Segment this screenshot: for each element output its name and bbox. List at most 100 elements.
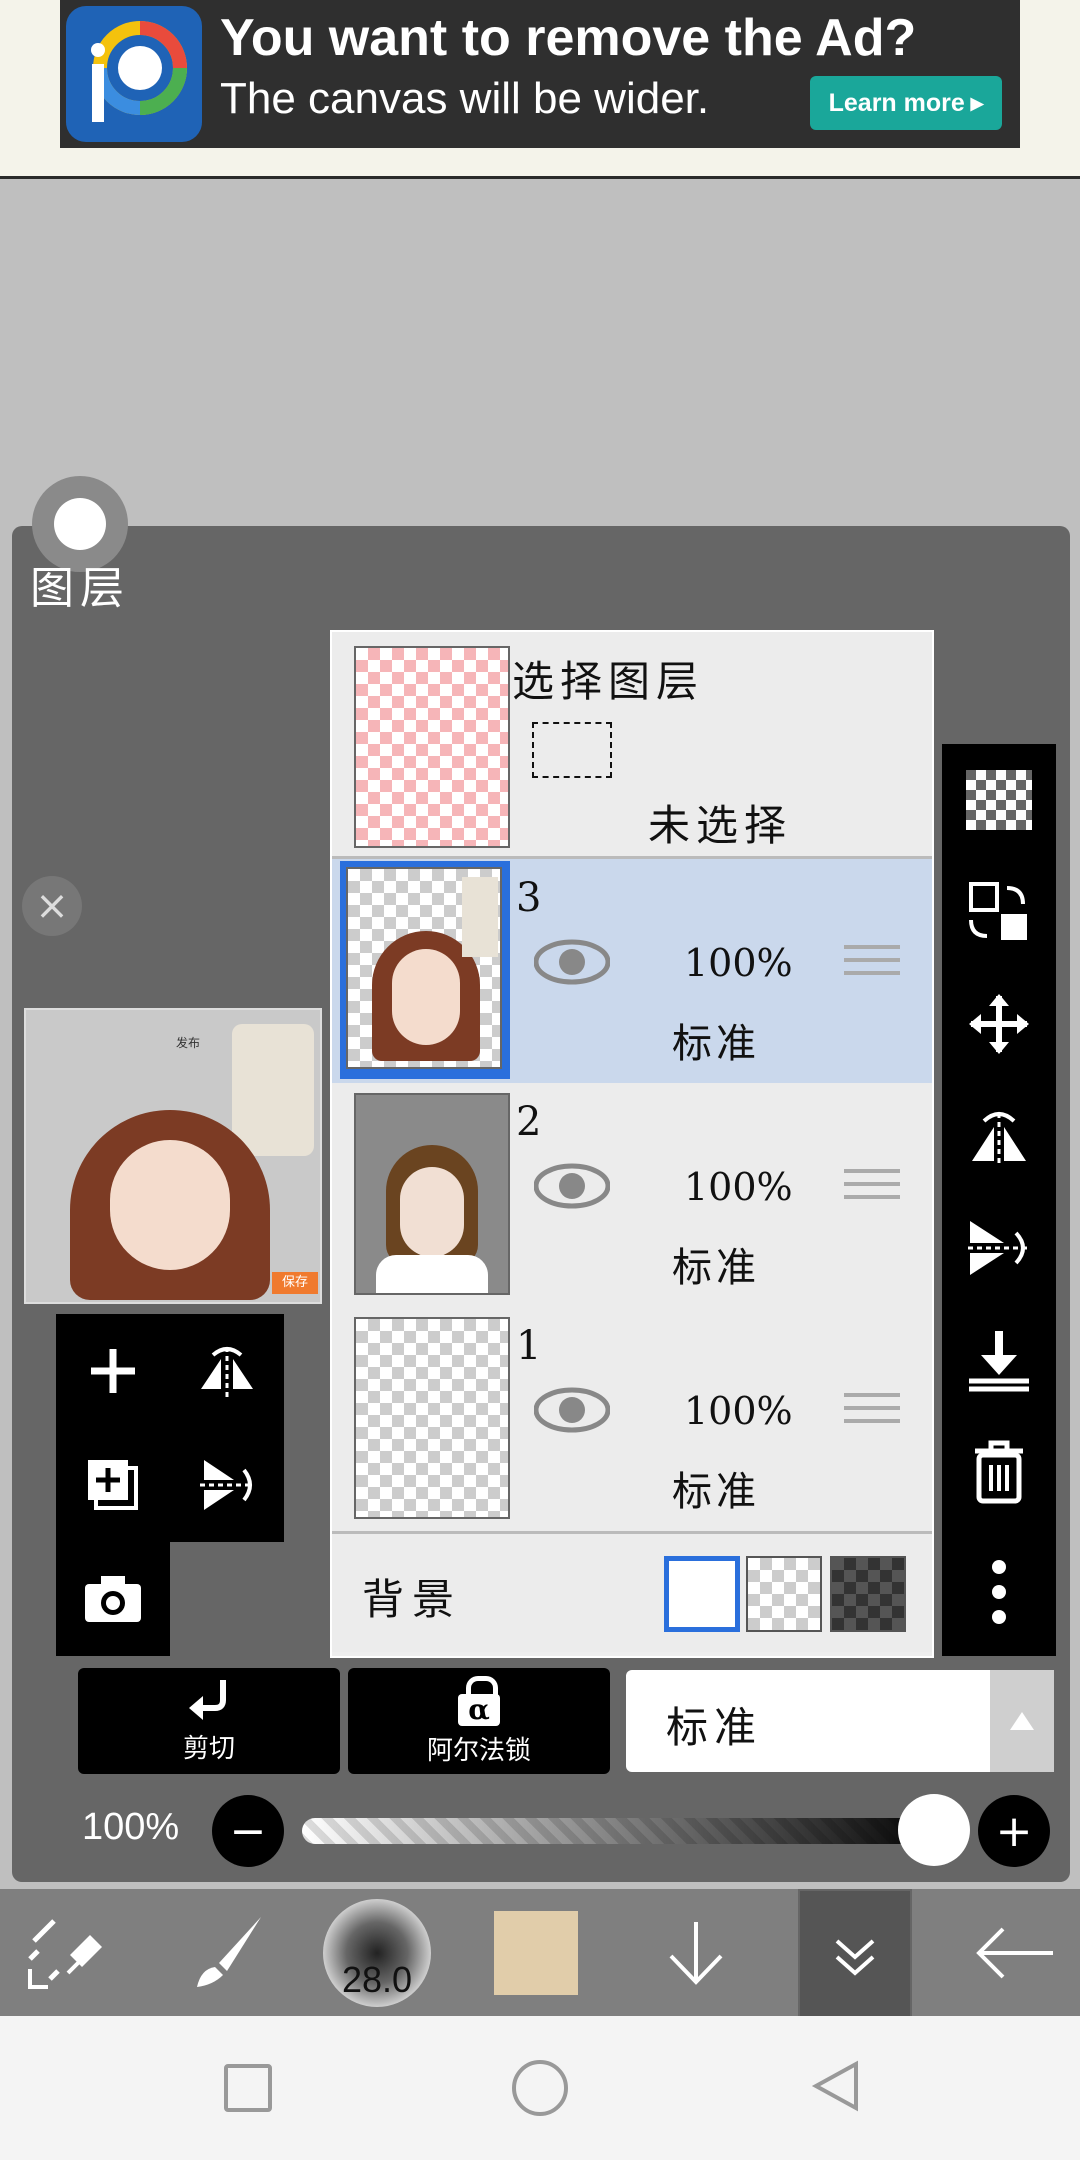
canvas-preview[interactable]: 发布 保存 xyxy=(24,1008,322,1304)
opacity-increase-button[interactable]: + xyxy=(978,1795,1050,1867)
layer-thumbnail-3 xyxy=(346,867,502,1069)
camera-button[interactable] xyxy=(56,1542,170,1656)
flip-horizontal-icon xyxy=(972,1112,1026,1165)
layer-from-selection-button[interactable] xyxy=(942,856,1056,968)
color-button[interactable] xyxy=(476,1889,596,2016)
lock-icon: α xyxy=(456,1675,502,1726)
background-dark-swatch[interactable] xyxy=(830,1556,906,1632)
preview-post-label: 发布 xyxy=(176,1036,201,1050)
flip-vertical-button[interactable] xyxy=(170,1428,284,1542)
selection-layer-row[interactable]: 选择图层 未选择 xyxy=(332,632,932,859)
opacity-slider-knob[interactable] xyxy=(898,1794,970,1866)
merge-down-button[interactable] xyxy=(942,1304,1056,1416)
learn-more-button[interactable]: Learn more ▸ xyxy=(810,76,1002,130)
background-row: 背景 xyxy=(332,1534,932,1652)
brush-size-button[interactable]: 28.0 xyxy=(318,1889,436,2016)
layer-number-2: 2 xyxy=(516,1099,542,1145)
new-transparent-layer-button[interactable] xyxy=(942,744,1056,856)
layer-number-1: 1 xyxy=(516,1323,542,1369)
layer-tools-column xyxy=(942,744,1056,1656)
back-triangle-icon[interactable] xyxy=(806,2058,862,2114)
preview-face xyxy=(110,1140,230,1270)
alpha-lock-label: 阿尔法锁 xyxy=(426,1735,531,1766)
layer-opacity-2: 100% xyxy=(684,1165,793,1209)
selection-layer-title: 选择图层 xyxy=(512,657,705,706)
layer-mode-3: 标准 xyxy=(672,1021,760,1067)
arrow-down-icon xyxy=(669,1921,723,1985)
duplicate-layer-button[interactable] xyxy=(56,1428,170,1542)
drag-handle-icon[interactable] xyxy=(844,945,900,985)
layer-opacity-1: 100% xyxy=(684,1389,793,1433)
bottom-toolbar: 28.0 xyxy=(0,1889,1080,2020)
layers-tab-button[interactable] xyxy=(798,1889,912,2020)
move-button[interactable] xyxy=(942,968,1056,1080)
layer-number-3: 3 xyxy=(516,875,542,921)
flip-horizontal-button[interactable] xyxy=(170,1314,284,1428)
checkerboard-icon xyxy=(966,770,1032,830)
plus-icon xyxy=(91,1349,135,1393)
ad-headline: You want to remove the Ad? xyxy=(220,9,917,67)
layer-opacity-3: 100% xyxy=(684,941,793,985)
trash-icon xyxy=(975,1440,1023,1504)
opacity-decrease-button[interactable]: − xyxy=(212,1795,284,1867)
more-vertical-icon xyxy=(992,1560,1006,1624)
layer-mode-2: 标准 xyxy=(672,1245,760,1291)
background-label: 背景 xyxy=(362,1575,463,1624)
chevron-up-icon[interactable] xyxy=(990,1670,1054,1772)
close-icon[interactable]: × xyxy=(22,876,82,936)
back-button[interactable] xyxy=(950,1889,1080,2016)
system-navigation-bar xyxy=(0,2016,1080,2160)
brush-icon xyxy=(197,1916,261,1987)
preview-figure xyxy=(232,1024,314,1156)
ad-subline: The canvas will be wider. xyxy=(220,74,710,123)
layer-row-1[interactable]: 1 100% 标准 xyxy=(332,1307,932,1534)
transform-eraser-icon xyxy=(28,1918,102,1989)
play-triangle-icon: ▸ xyxy=(970,89,984,117)
merge-down-icon xyxy=(969,1331,1029,1392)
flip-horizontal-icon xyxy=(201,1347,253,1397)
opacity-slider[interactable] xyxy=(302,1818,942,1844)
transform-tool-button[interactable] xyxy=(0,1889,132,2016)
panel-resize-handle-knob[interactable] xyxy=(54,498,106,550)
ad-banner[interactable]: You want to remove the Ad? The canvas wi… xyxy=(60,0,1020,148)
brush-tool-button[interactable] xyxy=(160,1889,290,2016)
home-icon[interactable] xyxy=(512,2060,568,2116)
flip-layer-horizontal-button[interactable] xyxy=(942,1080,1056,1192)
visibility-eye-icon[interactable] xyxy=(534,939,610,985)
layer-move-down-button[interactable] xyxy=(636,1889,756,2016)
flip-vertical-icon xyxy=(200,1460,254,1510)
flip-layer-vertical-button[interactable] xyxy=(942,1192,1056,1304)
delete-layer-button[interactable] xyxy=(942,1416,1056,1528)
visibility-eye-icon[interactable] xyxy=(534,1163,610,1209)
drag-handle-icon[interactable] xyxy=(844,1169,900,1209)
alpha-lock-button[interactable]: α 阿尔法锁 xyxy=(348,1668,610,1774)
clipping-label: 剪切 xyxy=(182,1733,235,1764)
add-layer-button[interactable] xyxy=(56,1314,170,1428)
panel-title: 图层 xyxy=(30,563,130,614)
ad-area: You want to remove the Ad? The canvas wi… xyxy=(0,0,1080,179)
selection-marquee-icon xyxy=(532,722,612,778)
clipping-button[interactable]: 剪切 xyxy=(78,1668,340,1774)
layer-mode-1: 标准 xyxy=(672,1469,760,1515)
layer-row-3[interactable]: 3 100% 标准 xyxy=(332,859,932,1086)
brush-size-preview: 28.0 xyxy=(323,1898,431,2007)
learn-more-label: Learn more xyxy=(828,88,965,117)
brush-size-value: 28.0 xyxy=(341,1958,413,2000)
recent-apps-icon[interactable] xyxy=(224,2064,272,2112)
opacity-value: 100% xyxy=(82,1806,180,1848)
selection-layer-thumbnail xyxy=(354,646,510,848)
background-white-swatch[interactable] xyxy=(664,1556,740,1632)
camera-icon xyxy=(85,1576,141,1622)
drag-handle-icon[interactable] xyxy=(844,1393,900,1433)
current-color-swatch xyxy=(494,1910,578,1995)
more-options-button[interactable] xyxy=(942,1528,1056,1656)
move-arrows-icon xyxy=(969,994,1029,1054)
visibility-eye-icon[interactable] xyxy=(534,1387,610,1433)
selection-status: 未选择 xyxy=(648,801,793,850)
layer-thumbnail-2 xyxy=(354,1093,510,1295)
background-transparent-swatch[interactable] xyxy=(746,1556,822,1632)
blend-mode-value: 标准 xyxy=(666,1703,763,1752)
layer-row-2[interactable]: 2 100% 标准 xyxy=(332,1083,932,1310)
blend-mode-select[interactable]: 标准 xyxy=(626,1670,1054,1772)
duplicate-layer-icon xyxy=(88,1460,138,1510)
